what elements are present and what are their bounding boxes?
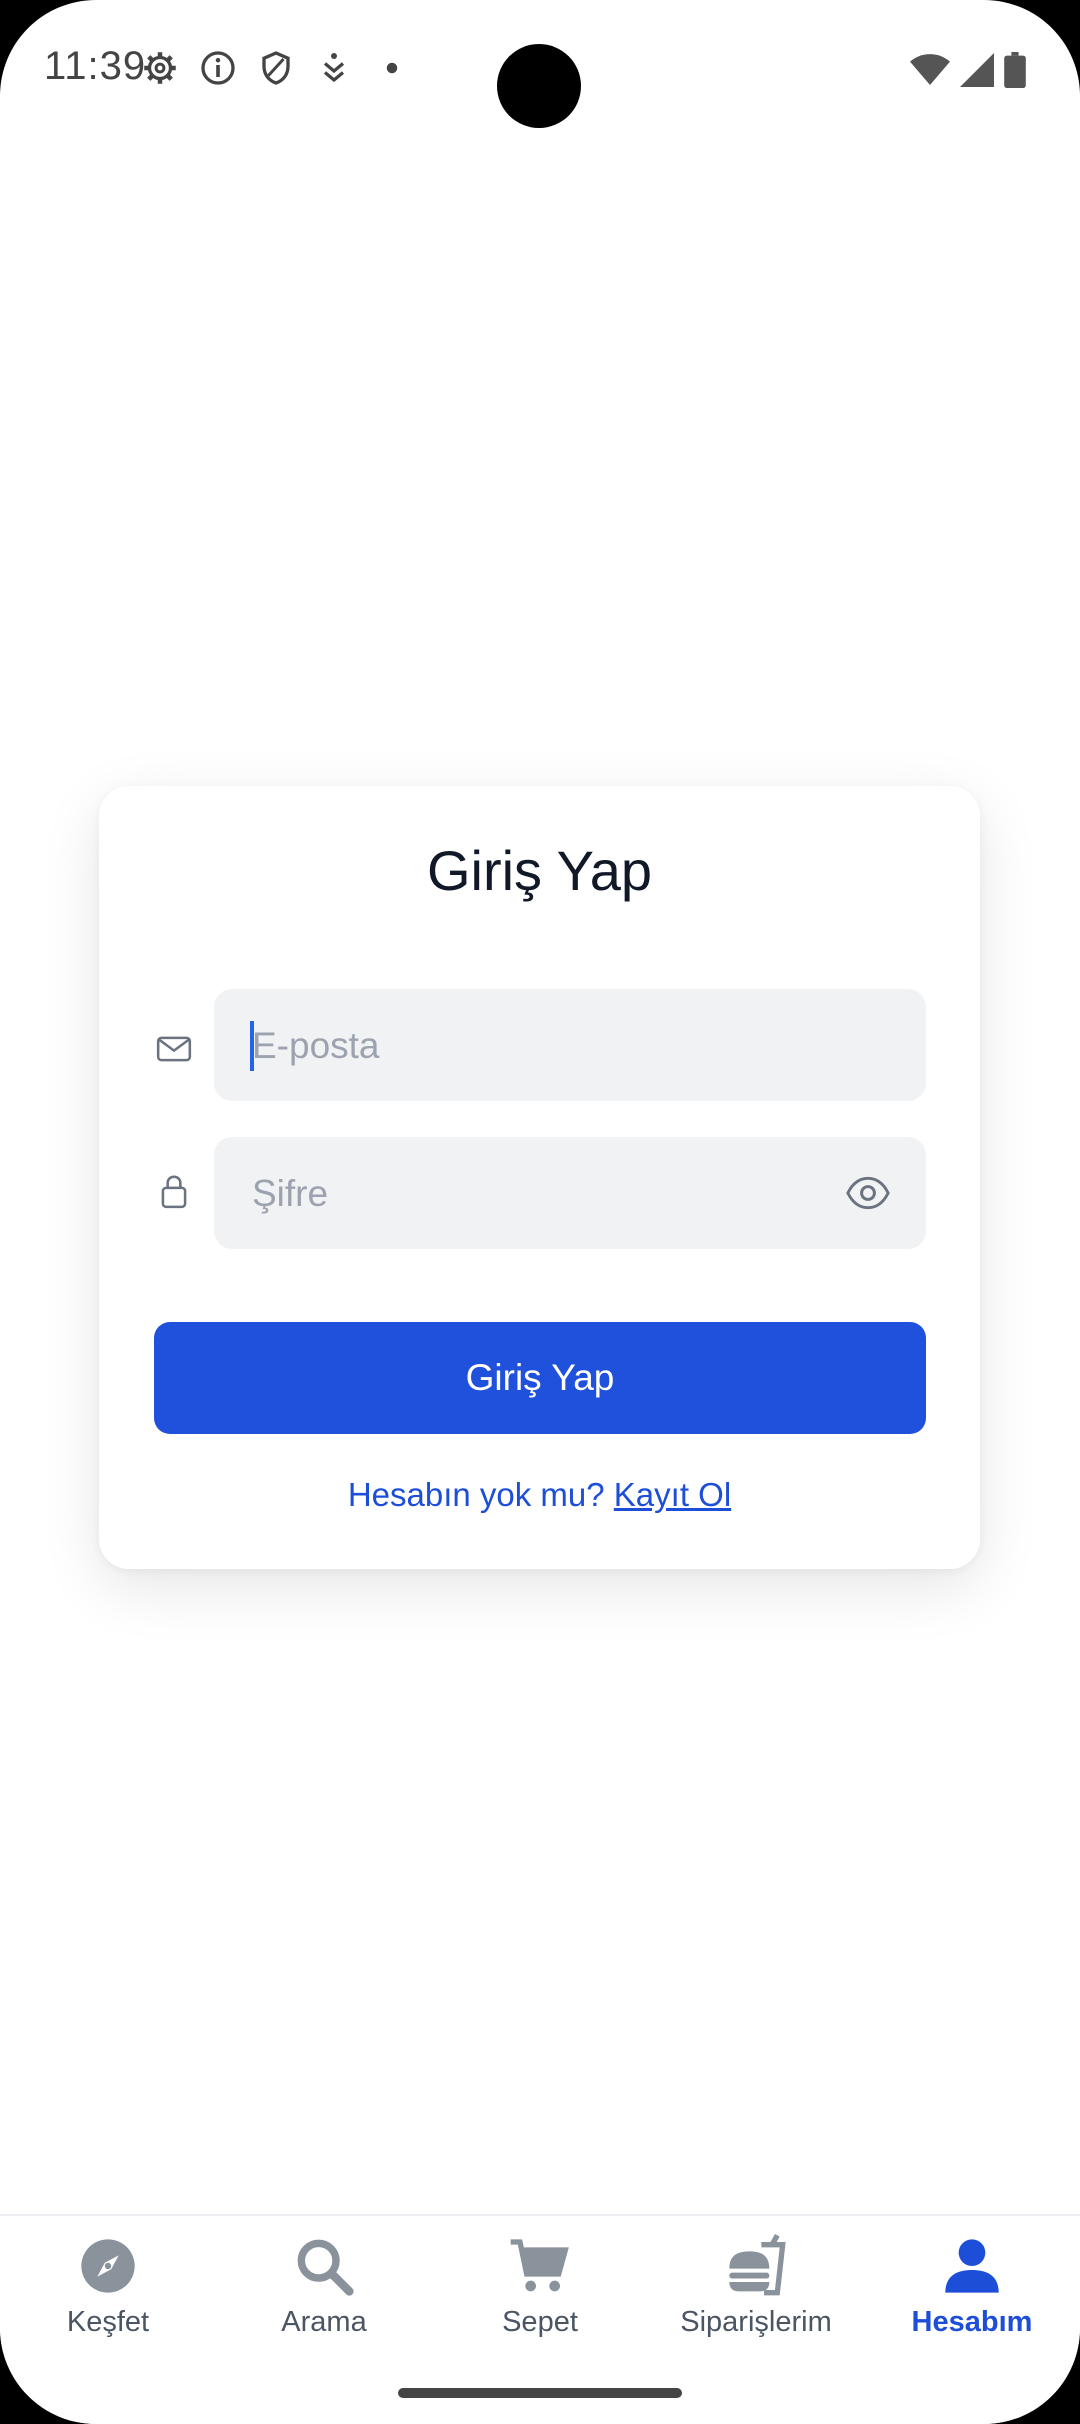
nav-item-arama[interactable]: Arama bbox=[216, 2234, 432, 2339]
app-screen: 11:39 Giriş Yap E-posta Giriş Yap Hesabı… bbox=[0, 0, 1080, 2424]
settings-gear-icon bbox=[144, 52, 176, 84]
nav-label: Arama bbox=[281, 2306, 367, 2338]
status-time: 11:39 bbox=[44, 44, 147, 88]
status-notification-icons bbox=[142, 50, 410, 86]
password-field[interactable] bbox=[214, 1137, 926, 1251]
download-arrow-icon bbox=[323, 53, 345, 83]
login-title: Giriş Yap bbox=[426, 839, 653, 902]
more-dot-icon bbox=[386, 62, 398, 74]
signup-row: Hesabın yok mu? Kayıt Ol bbox=[99, 1476, 980, 1514]
password-input[interactable] bbox=[250, 1137, 814, 1251]
compass-icon bbox=[81, 2239, 135, 2293]
nav-item-siparislerim[interactable]: Siparişlerim bbox=[648, 2234, 864, 2339]
cart-icon bbox=[510, 2239, 569, 2292]
email-field[interactable] bbox=[214, 989, 926, 1103]
battery-icon bbox=[1004, 52, 1026, 88]
wifi-icon bbox=[910, 54, 950, 85]
nav-label: Siparişlerim bbox=[680, 2306, 832, 2338]
nav-label: Keşfet bbox=[66, 2306, 150, 2338]
status-system-icons bbox=[910, 52, 1026, 88]
login-card: Giriş Yap Giriş Yap Hesabın yok mu? Kayı… bbox=[99, 786, 980, 1569]
signup-link[interactable]: Kayıt Ol bbox=[614, 1476, 731, 1513]
mail-icon bbox=[156, 1036, 192, 1062]
user-icon bbox=[945, 2239, 999, 2293]
nav-item-kesfet[interactable]: Keşfet bbox=[0, 2234, 216, 2339]
nav-item-hesabim[interactable]: Hesabım bbox=[864, 2234, 1080, 2339]
nav-label: Hesabım bbox=[911, 2306, 1033, 2338]
food-delivery-icon bbox=[729, 2234, 786, 2296]
nav-label: Sepet bbox=[502, 2306, 578, 2338]
nav-item-sepet[interactable]: Sepet bbox=[432, 2234, 648, 2339]
home-indicator[interactable] bbox=[398, 2388, 682, 2398]
show-password-eye-icon[interactable] bbox=[846, 1173, 890, 1213]
lock-icon bbox=[161, 1175, 187, 1209]
camera-cutout bbox=[497, 44, 581, 128]
signup-prompt: Hesabın yok mu? bbox=[347, 1476, 605, 1513]
email-input[interactable] bbox=[250, 989, 814, 1103]
cell-signal-icon bbox=[960, 53, 994, 87]
shield-icon bbox=[262, 51, 290, 85]
info-icon bbox=[201, 51, 235, 85]
login-button[interactable]: Giriş Yap bbox=[154, 1322, 926, 1434]
status-bar: 11:39 bbox=[0, 0, 1080, 140]
search-icon bbox=[297, 2239, 354, 2296]
